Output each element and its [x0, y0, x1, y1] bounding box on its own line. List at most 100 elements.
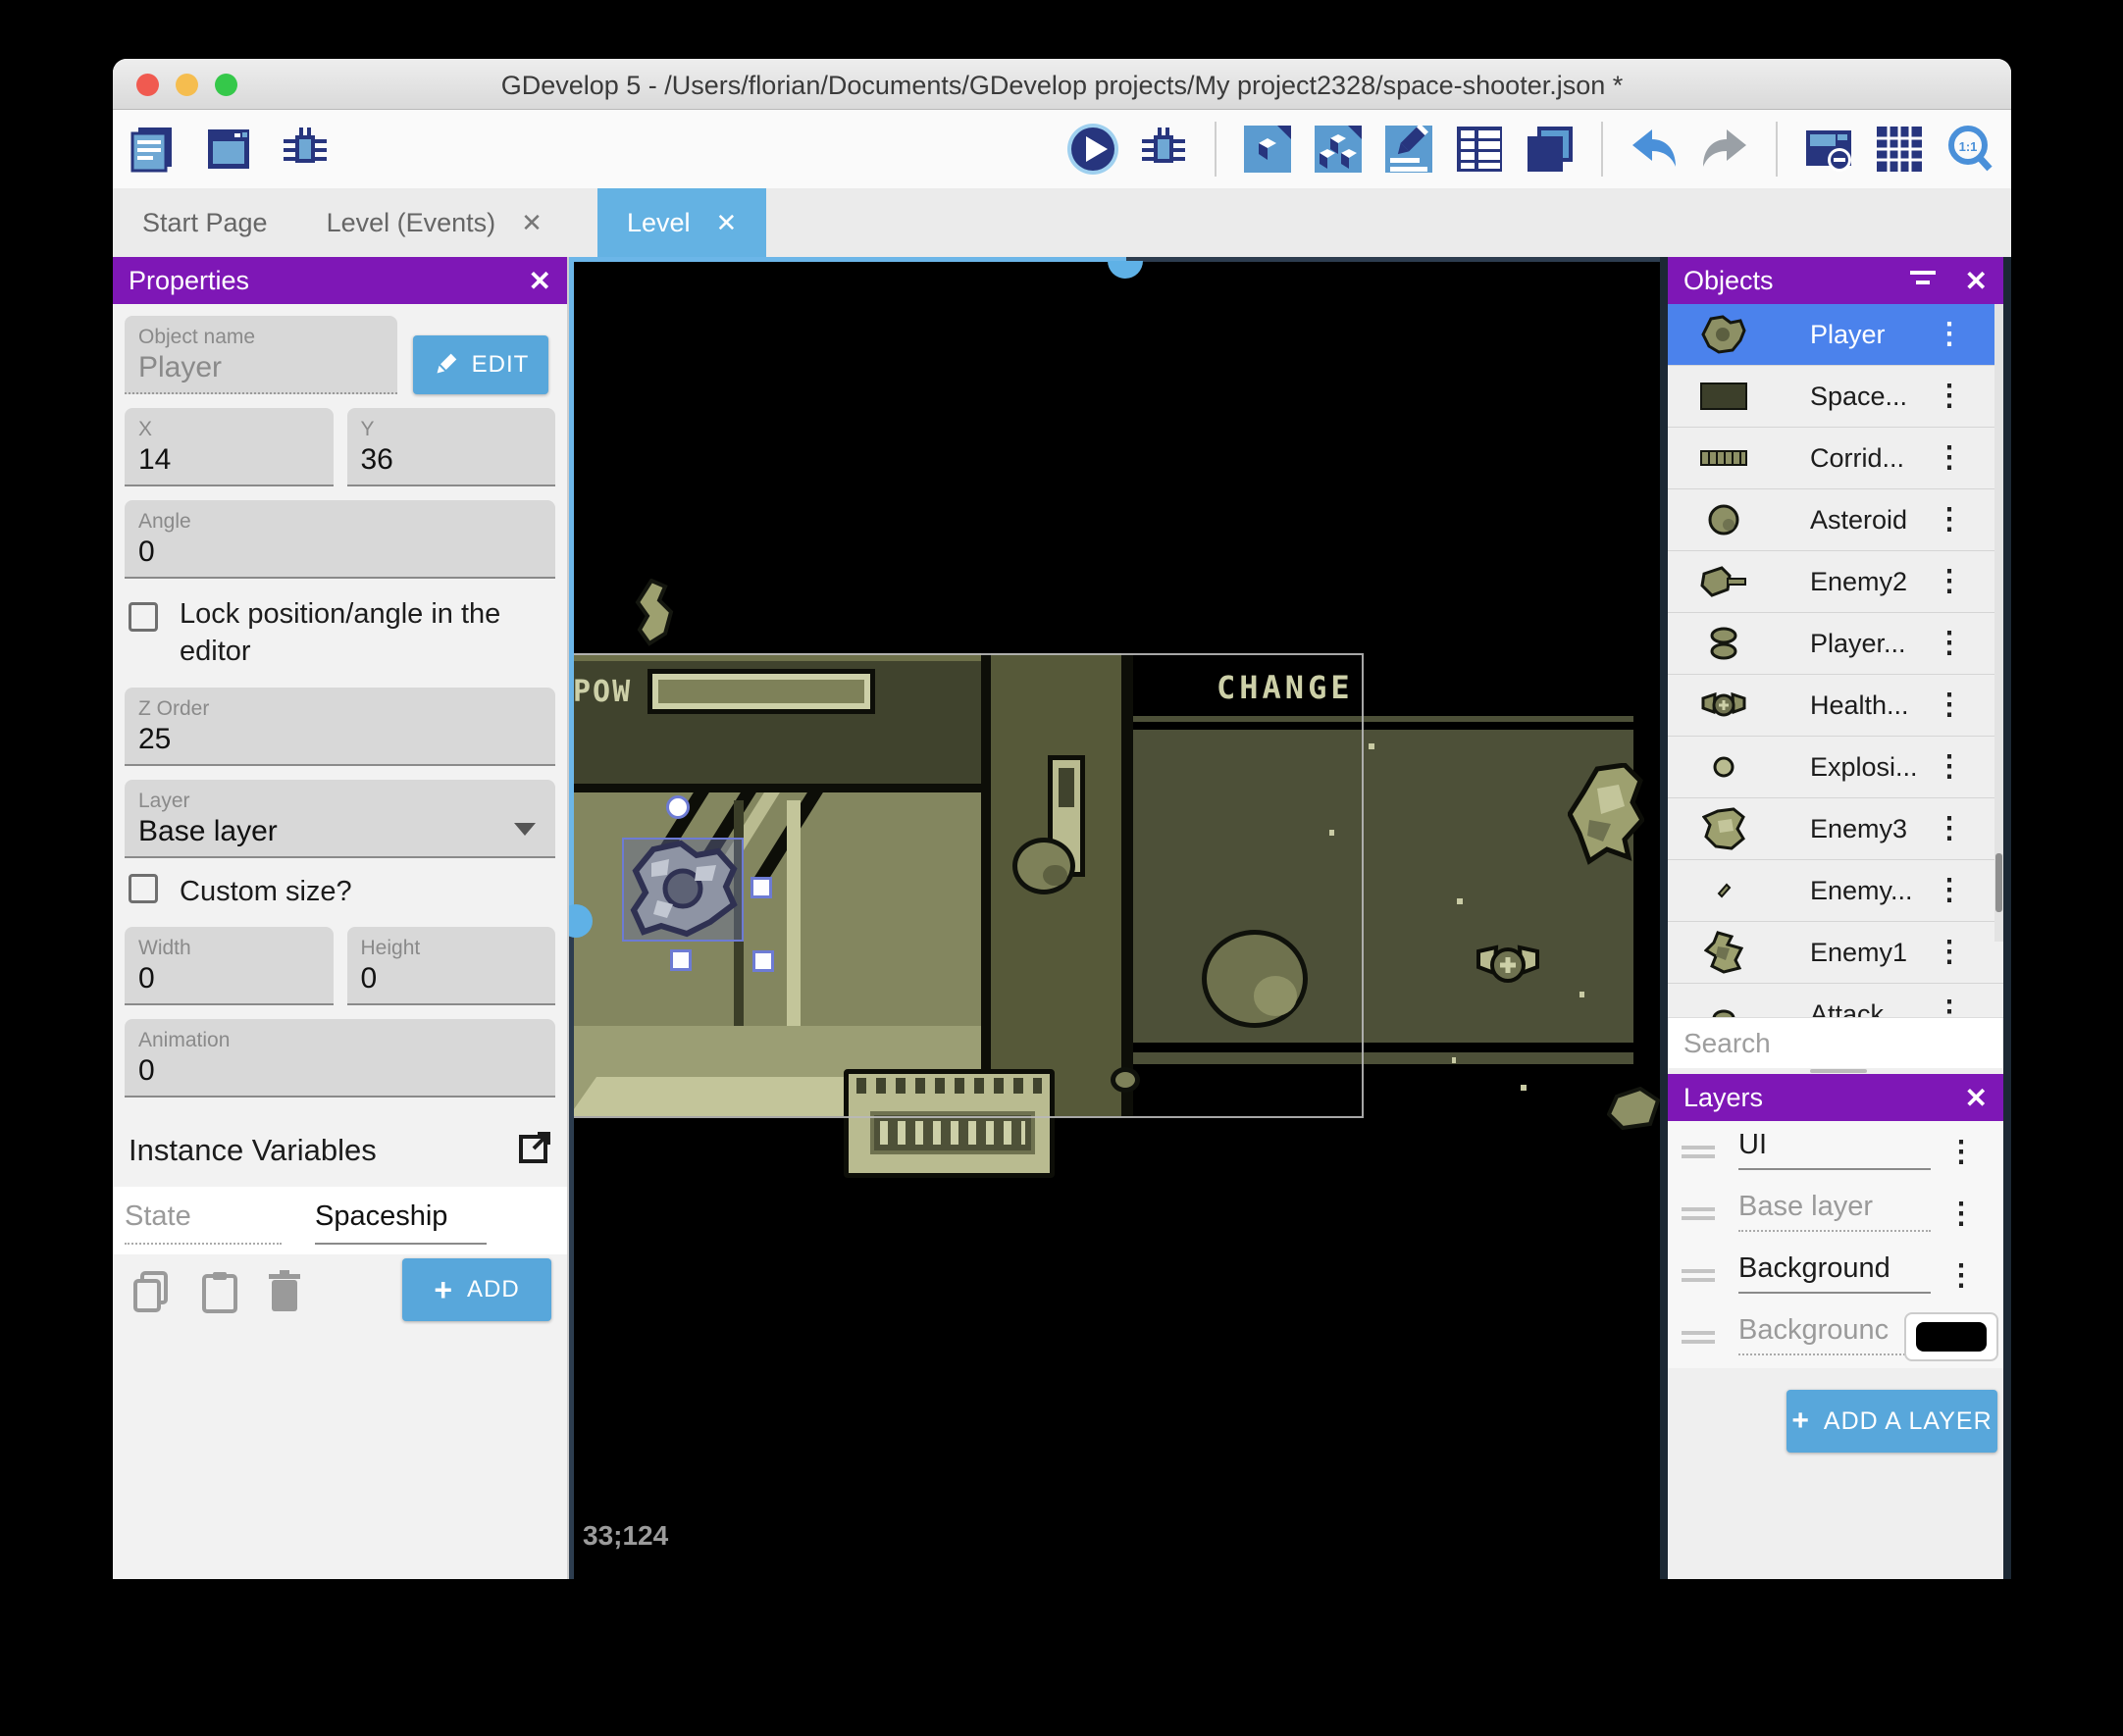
object-row-enemy3[interactable]: Enemy3 ⋮ [1668, 798, 2003, 860]
player-ship-sprite [630, 840, 738, 938]
height-field[interactable]: Height 0 [346, 927, 555, 1006]
tab-level-events[interactable]: Level (Events) ✕ [297, 188, 572, 257]
scroll-indicator [1668, 1068, 2003, 1074]
object-row-space[interactable]: Space... ⋮ [1668, 366, 2003, 428]
edit-scene-icon[interactable] [1381, 122, 1436, 177]
object-menu-icon[interactable]: ⋮ [1935, 997, 1964, 1018]
layer-row-ui[interactable]: UI ⋮ [1668, 1121, 2003, 1183]
tab-level[interactable]: Level ✕ [596, 188, 767, 257]
redo-icon[interactable] [1697, 122, 1752, 177]
object-row-player2[interactable]: Player... ⋮ [1668, 613, 2003, 675]
object-menu-icon[interactable]: ⋮ [1935, 814, 1964, 843]
zoom-one-to-one-icon[interactable]: 1:1 [1942, 122, 1997, 177]
editor-tab-bar: Start Page Level (Events) ✕ Level ✕ [113, 188, 2011, 257]
lock-position-checkbox[interactable] [129, 602, 158, 632]
close-layers-icon[interactable]: ✕ [1965, 1082, 1988, 1114]
object-menu-icon[interactable]: ⋮ [1935, 382, 1964, 411]
object-menu-icon[interactable]: ⋮ [1935, 752, 1964, 782]
resize-handle-right[interactable] [751, 877, 772, 898]
events-list-icon[interactable] [1452, 122, 1507, 177]
debug-icon[interactable] [1136, 122, 1191, 177]
selected-player-instance[interactable] [622, 838, 744, 942]
object-row-corridor[interactable]: Corrid... ⋮ [1668, 428, 2003, 489]
instances-page-icon[interactable] [1311, 122, 1366, 177]
scene-edge-left[interactable] [569, 257, 574, 920]
object-row-enemy4[interactable]: Enemy... ⋮ [1668, 860, 2003, 922]
variable-name-field[interactable]: State [125, 1200, 282, 1246]
scene-edge-top[interactable] [569, 257, 1126, 262]
object-menu-icon[interactable]: ⋮ [1935, 320, 1964, 349]
scene-edge-top-handle[interactable] [1108, 261, 1143, 279]
layer-menu-icon[interactable]: ⋮ [1946, 1260, 1976, 1291]
window-mask-icon[interactable] [1801, 122, 1856, 177]
layer-menu-icon[interactable]: ⋮ [1946, 1137, 1976, 1167]
object-row-enemy1[interactable]: Enemy1 ⋮ [1668, 922, 2003, 984]
trash-icon[interactable] [268, 1270, 301, 1318]
play-icon[interactable] [1065, 122, 1120, 177]
layer-dropdown[interactable]: Layer Base layer [125, 780, 555, 859]
search-input[interactable] [1683, 1027, 2003, 1059]
animation-field[interactable]: Animation 0 [125, 1019, 555, 1098]
paste-icon[interactable] [201, 1270, 238, 1318]
close-properties-icon[interactable]: ✕ [529, 265, 551, 297]
layer-row-background[interactable]: Background ⋮ [1668, 1245, 2003, 1306]
filter-icon[interactable] [1908, 266, 1938, 296]
object-row-health[interactable]: Health... ⋮ [1668, 675, 2003, 737]
objects-page-icon[interactable] [1240, 122, 1295, 177]
object-menu-icon[interactable]: ⋮ [1935, 938, 1964, 967]
layer-menu-icon[interactable]: ⋮ [1946, 1199, 1976, 1229]
tab-start-page[interactable]: Start Page [113, 188, 297, 257]
object-menu-icon[interactable]: ⋮ [1935, 690, 1964, 720]
variable-value-field[interactable]: Spaceship [315, 1200, 487, 1246]
close-objects-icon[interactable]: ✕ [1965, 265, 1988, 297]
add-variable-button[interactable]: + ADD [402, 1258, 551, 1322]
object-menu-icon[interactable]: ⋮ [1935, 505, 1964, 535]
object-menu-icon[interactable]: ⋮ [1935, 629, 1964, 658]
drag-handle-icon[interactable] [1682, 1202, 1715, 1225]
object-row-explosion[interactable]: Explosi... ⋮ [1668, 737, 2003, 798]
project-manager-icon[interactable] [125, 122, 180, 177]
enemy3-sprite[interactable] [1568, 763, 1644, 871]
drag-handle-icon[interactable] [1682, 1326, 1715, 1349]
object-row-attack[interactable]: Attack... ⋮ [1668, 984, 2003, 1017]
debris2-sprite[interactable] [1607, 1087, 1660, 1132]
custom-size-checkbox[interactable] [129, 874, 158, 904]
resize-handle-corner[interactable] [752, 950, 774, 972]
object-menu-icon[interactable]: ⋮ [1935, 876, 1964, 905]
close-tab-icon[interactable]: ✕ [716, 208, 738, 238]
object-name-field[interactable]: Object name Player [125, 316, 397, 394]
edit-object-button[interactable]: EDIT [413, 335, 548, 394]
resize-handle-bottom[interactable] [670, 949, 692, 971]
scene-window-icon[interactable] [201, 122, 256, 177]
object-row-player[interactable]: Player ⋮ [1668, 304, 2003, 366]
drag-handle-icon[interactable] [1682, 1264, 1715, 1287]
scene-canvas[interactable]: POW CHANGE 33;124 [569, 257, 1660, 1579]
close-tab-icon[interactable]: ✕ [521, 208, 543, 238]
angle-field[interactable]: Angle 0 [125, 500, 555, 579]
objects-scrollbar[interactable] [1994, 304, 2003, 942]
object-menu-icon[interactable]: ⋮ [1935, 443, 1964, 473]
object-menu-icon[interactable]: ⋮ [1935, 567, 1964, 596]
object-row-enemy2[interactable]: Enemy2 ⋮ [1668, 551, 2003, 613]
object-row-asteroid[interactable]: Asteroid ⋮ [1668, 489, 2003, 551]
copy-icon[interactable] [132, 1270, 172, 1318]
debris-sprite[interactable] [632, 579, 681, 647]
layer-row-background2[interactable]: Backgrounc [1668, 1306, 2003, 1368]
grid-icon[interactable] [1872, 122, 1927, 177]
undo-icon[interactable] [1627, 122, 1682, 177]
layer-color-swatch[interactable] [1904, 1312, 1998, 1361]
width-field[interactable]: Width 0 [125, 927, 334, 1006]
instance-variable-row[interactable]: State Spaceship [113, 1187, 567, 1255]
x-field[interactable]: X 14 [125, 408, 334, 486]
drag-handle-icon[interactable] [1682, 1141, 1715, 1163]
objects-search[interactable] [1668, 1017, 2003, 1068]
z-order-field[interactable]: Z Order 25 [125, 688, 555, 767]
copy-scenes-icon[interactable] [1523, 122, 1578, 177]
rotate-handle[interactable] [666, 795, 690, 819]
health-pickup-sprite[interactable] [1476, 944, 1539, 991]
add-layer-button[interactable]: + ADD A LAYER [1786, 1390, 1997, 1453]
open-in-new-icon[interactable] [518, 1131, 551, 1169]
layer-row-base[interactable]: Base layer ⋮ [1668, 1183, 2003, 1245]
y-field[interactable]: Y 36 [346, 408, 555, 486]
debugger-icon[interactable] [278, 122, 333, 177]
